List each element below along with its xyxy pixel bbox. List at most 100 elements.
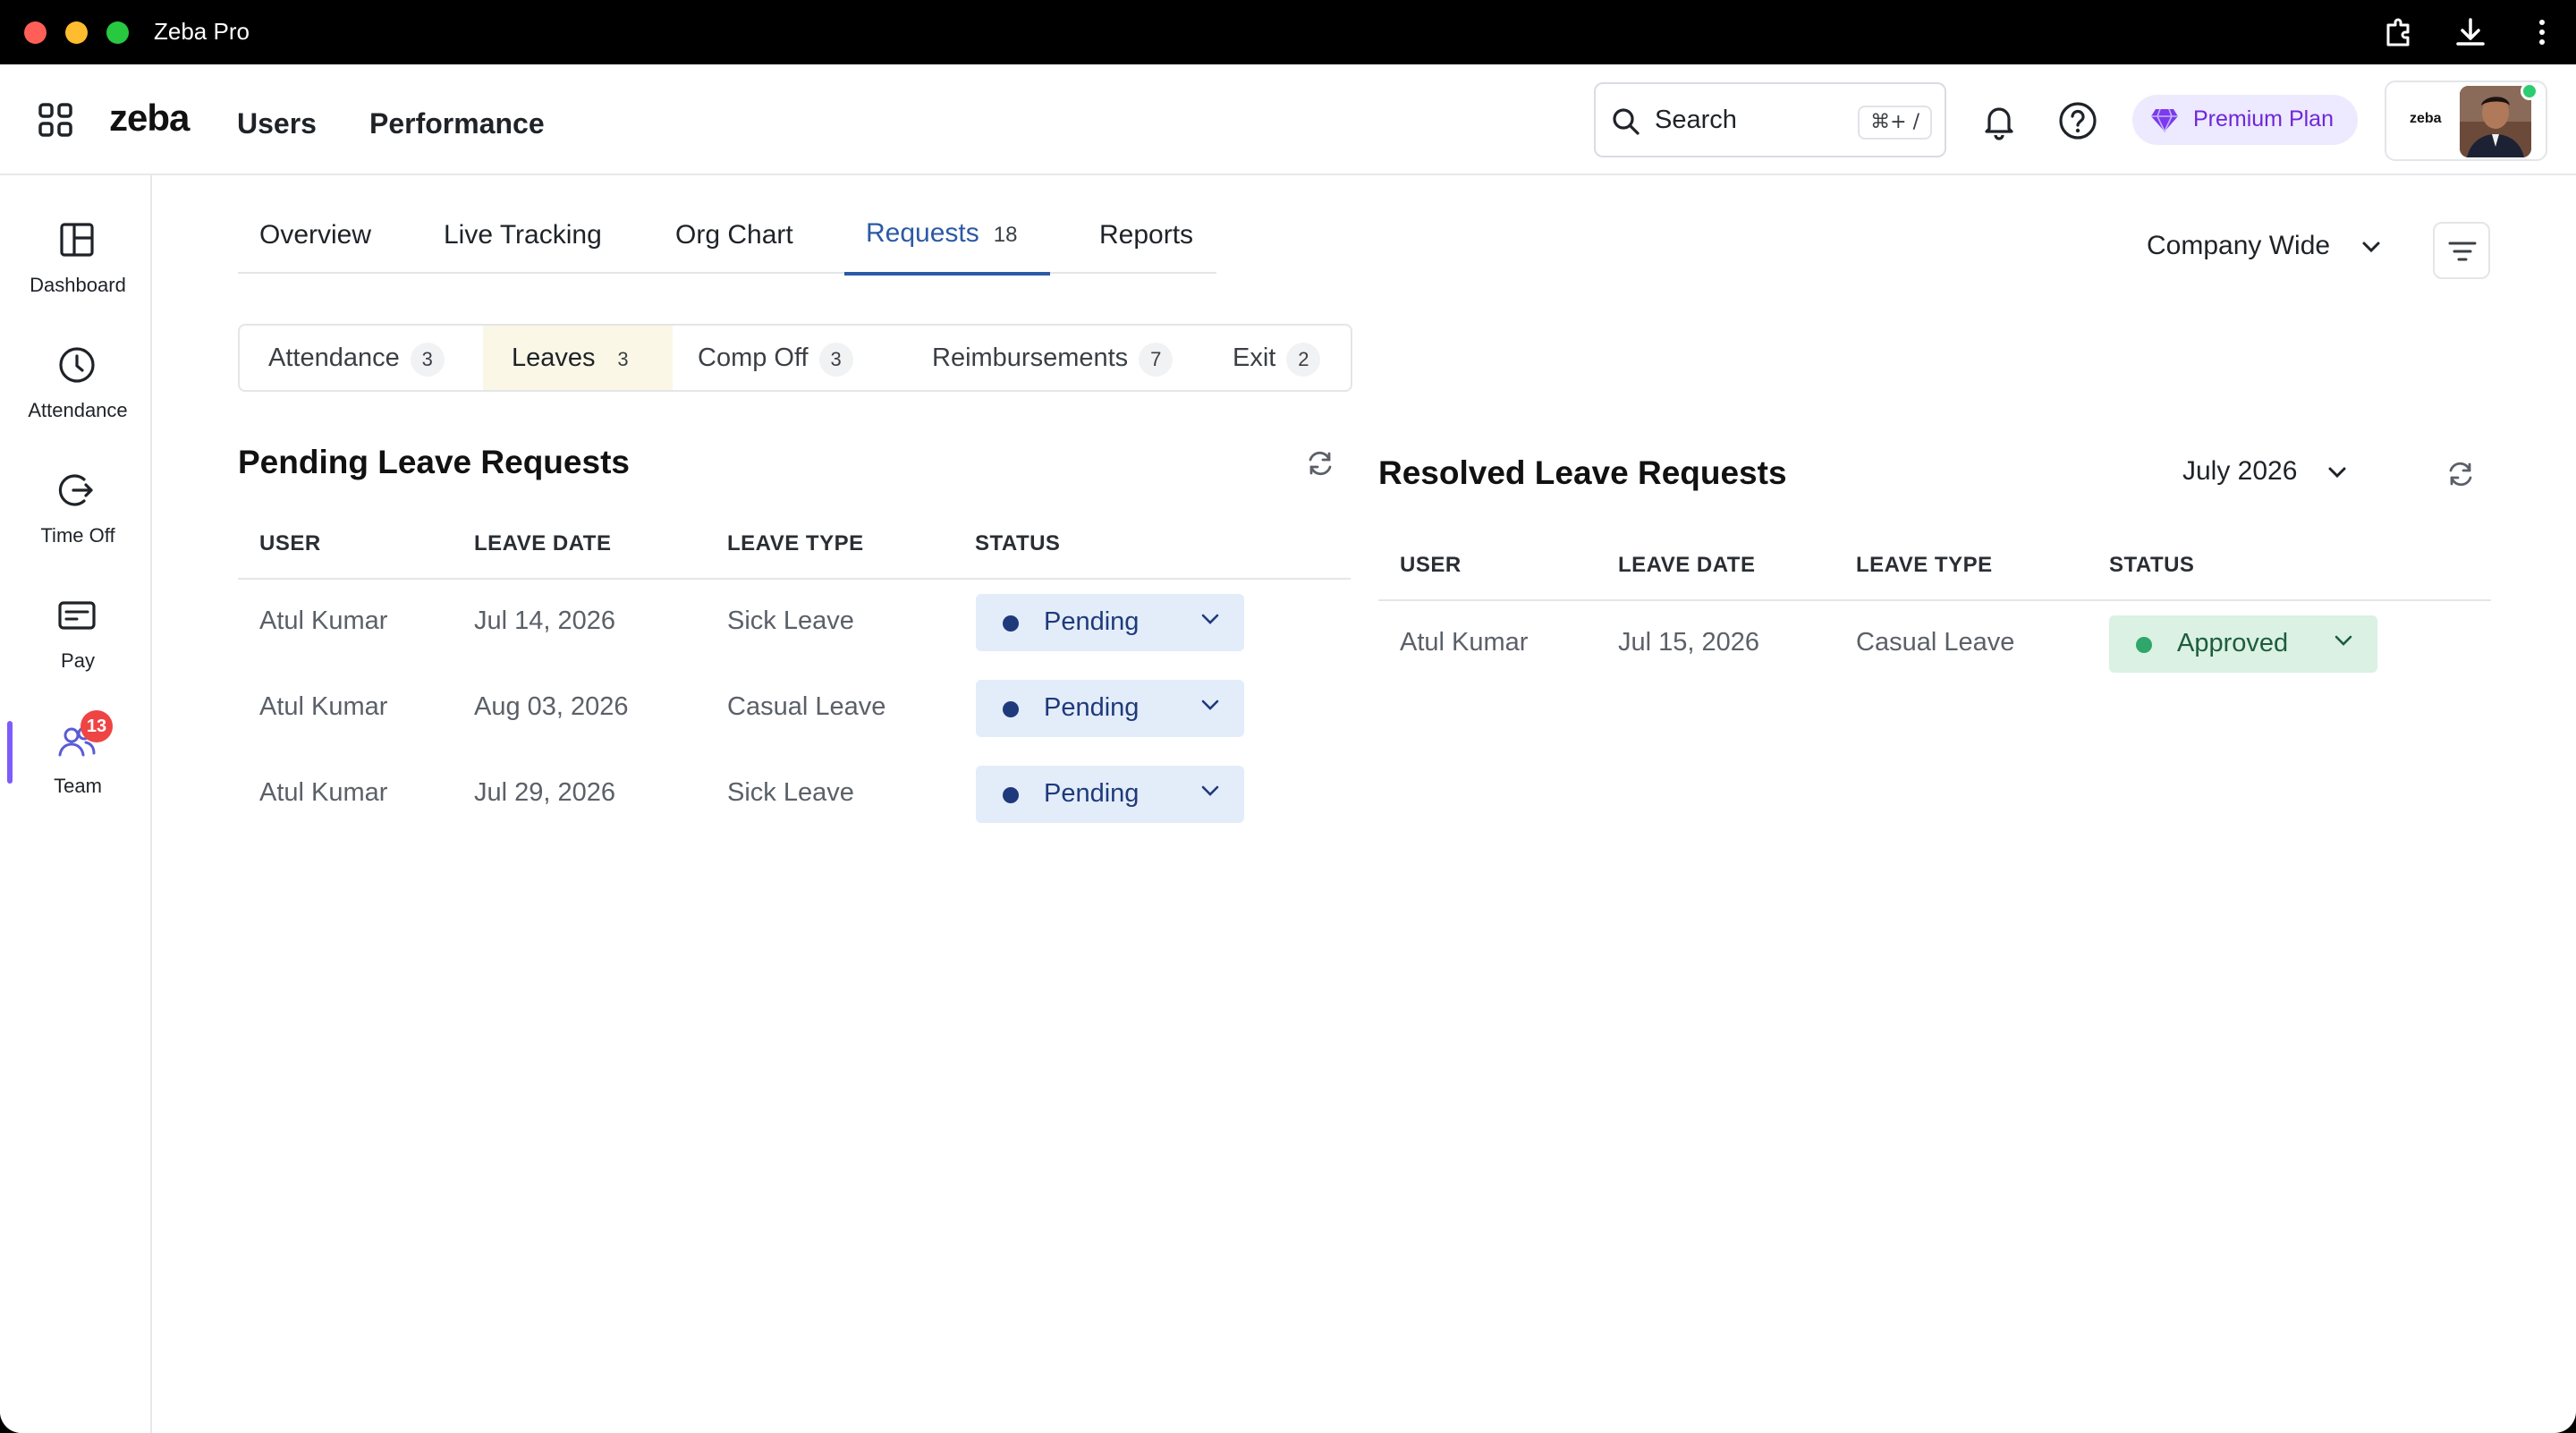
top-header: zeba Users Performance Search ⌘+ / Premi… <box>0 64 2576 175</box>
sidebar-item-dashboard[interactable]: Dashboard <box>0 220 152 327</box>
chevron-down-icon <box>1201 614 1219 624</box>
status-label: Pending <box>1044 693 1140 722</box>
sidebar-item-time-off[interactable]: Time Off <box>0 471 152 578</box>
tab-live-tracking[interactable]: Live Tracking <box>444 220 602 250</box>
row-date: Jul 14, 2026 <box>474 606 616 635</box>
row-user: Atul Kumar <box>259 606 388 635</box>
filter-button[interactable] <box>2433 222 2490 279</box>
pending-col-status: STATUS <box>975 531 1061 555</box>
subtab-comp-off[interactable]: Comp Off 3 <box>673 326 894 390</box>
subtab-count: 2 <box>1286 343 1321 377</box>
extension-icon[interactable] <box>2381 14 2417 50</box>
resolved-col-status: STATUS <box>2109 553 2195 577</box>
subtab-exit[interactable]: Exit 2 <box>1197 326 1351 390</box>
row-user: Atul Kumar <box>259 692 388 721</box>
row-type: Sick Leave <box>727 778 854 807</box>
status-label: Approved <box>2177 629 2289 657</box>
pending-col-date: LEAVE DATE <box>474 531 612 555</box>
close-window-button[interactable] <box>24 21 47 44</box>
refresh-icon[interactable] <box>1305 448 1335 479</box>
title-bar: Zeba Pro <box>0 0 2576 64</box>
premium-plan-label: Premium Plan <box>2193 106 2334 131</box>
subtab-label: Reimbursements <box>932 343 1129 372</box>
window-title: Zeba Pro <box>154 18 250 45</box>
search-label: Search <box>1655 106 1737 134</box>
search-input[interactable]: Search ⌘+ / <box>1594 82 1946 157</box>
refresh-icon[interactable] <box>2445 459 2476 489</box>
chevron-down-icon <box>2362 242 2380 253</box>
download-icon[interactable] <box>2453 14 2488 50</box>
status-dropdown[interactable]: Pending <box>976 766 1244 823</box>
sidebar-item-attendance[interactable]: Attendance <box>0 345 152 453</box>
status-dropdown[interactable]: Pending <box>976 680 1244 737</box>
help-icon[interactable] <box>2057 100 2098 141</box>
search-shortcut: ⌘+ / <box>1858 106 1932 140</box>
row-type: Casual Leave <box>727 692 886 721</box>
month-label: July 2026 <box>2182 456 2298 486</box>
subtab-label: Comp Off <box>698 343 809 372</box>
subtab-count: 3 <box>410 343 445 377</box>
subtab-label: Exit <box>1233 343 1276 372</box>
row-date: Aug 03, 2026 <box>474 692 629 721</box>
sidebar-item-label: Time Off <box>40 524 115 547</box>
tab-org-chart[interactable]: Org Chart <box>675 220 793 250</box>
sidebar-item-pay[interactable]: Pay <box>0 596 152 703</box>
pending-header-divider <box>238 578 1351 580</box>
maximize-window-button[interactable] <box>106 21 129 44</box>
bell-icon[interactable] <box>1979 100 2020 141</box>
row-date: Jul 15, 2026 <box>1618 628 1760 657</box>
subtab-leaves[interactable]: Leaves 3 <box>483 326 673 390</box>
row-type: Sick Leave <box>727 606 854 635</box>
premium-plan-button[interactable]: Premium Plan <box>2132 95 2358 145</box>
nav-performance[interactable]: Performance <box>369 107 545 140</box>
profile-menu[interactable]: zeba <box>2385 81 2547 161</box>
scope-dropdown[interactable]: Company Wide <box>2147 231 2382 261</box>
status-dot <box>1003 615 1019 632</box>
team-notification-badge: 13 <box>80 710 113 742</box>
subtab-count: 3 <box>818 343 853 377</box>
pending-col-user: USER <box>259 531 321 555</box>
chevron-down-icon <box>2328 467 2346 479</box>
sidebar-item-label: Pay <box>61 649 95 672</box>
subtab-label: Leaves <box>512 343 596 372</box>
search-icon <box>1613 108 1640 135</box>
resolved-title: Resolved Leave Requests <box>1378 454 1787 491</box>
scope-label: Company Wide <box>2147 231 2331 260</box>
subtab-count: 3 <box>617 348 629 370</box>
status-dot <box>1003 787 1019 803</box>
app-window: zeba Users Performance Search ⌘+ / Premi… <box>0 64 2576 1433</box>
subtab-label: Attendance <box>268 343 400 372</box>
status-dropdown[interactable]: Pending <box>976 594 1244 651</box>
nav-users[interactable]: Users <box>237 107 317 140</box>
tab-overview[interactable]: Overview <box>259 220 371 250</box>
tab-requests[interactable]: Requests 18 <box>866 218 1017 249</box>
subtab-count: 7 <box>1139 343 1174 377</box>
subtab-reimbursements[interactable]: Reimbursements 7 <box>894 326 1197 390</box>
clock-icon <box>59 347 95 383</box>
sidebar: Dashboard Attendance Time Off Pay 13 Tea… <box>0 175 152 1433</box>
resolved-header-divider <box>1378 599 2491 601</box>
apps-grid-icon[interactable] <box>38 102 73 138</box>
month-dropdown[interactable]: July 2026 <box>2182 456 2348 487</box>
request-type-tabs: Attendance 3 Leaves 3 Comp Off 3 Reimbursem… <box>238 324 1352 392</box>
row-user: Atul Kumar <box>259 778 388 807</box>
card-icon <box>58 601 96 630</box>
company-logo: zeba <box>2410 111 2442 126</box>
status-label: Pending <box>1044 607 1140 636</box>
sidebar-item-team[interactable]: 13 Team <box>0 710 152 828</box>
zeba-logo[interactable]: zeba <box>109 97 190 140</box>
tab-requests-count: 18 <box>993 223 1018 247</box>
tab-reports[interactable]: Reports <box>1099 220 1193 250</box>
minimize-window-button[interactable] <box>65 21 88 44</box>
subtab-attendance[interactable]: Attendance 3 <box>240 326 483 390</box>
chevron-down-icon <box>1201 785 1219 796</box>
resolved-col-type: LEAVE TYPE <box>1856 553 1993 577</box>
status-dot <box>2136 637 2152 653</box>
more-vertical-icon[interactable] <box>2524 14 2560 50</box>
sidebar-item-label: Dashboard <box>30 274 126 296</box>
sidebar-item-label: Attendance <box>28 399 128 421</box>
tab-requests-label: Requests <box>866 218 979 248</box>
sidebar-item-label: Team <box>54 775 102 797</box>
status-dropdown[interactable]: Approved <box>2109 615 2377 673</box>
chevron-down-icon <box>1201 700 1219 710</box>
